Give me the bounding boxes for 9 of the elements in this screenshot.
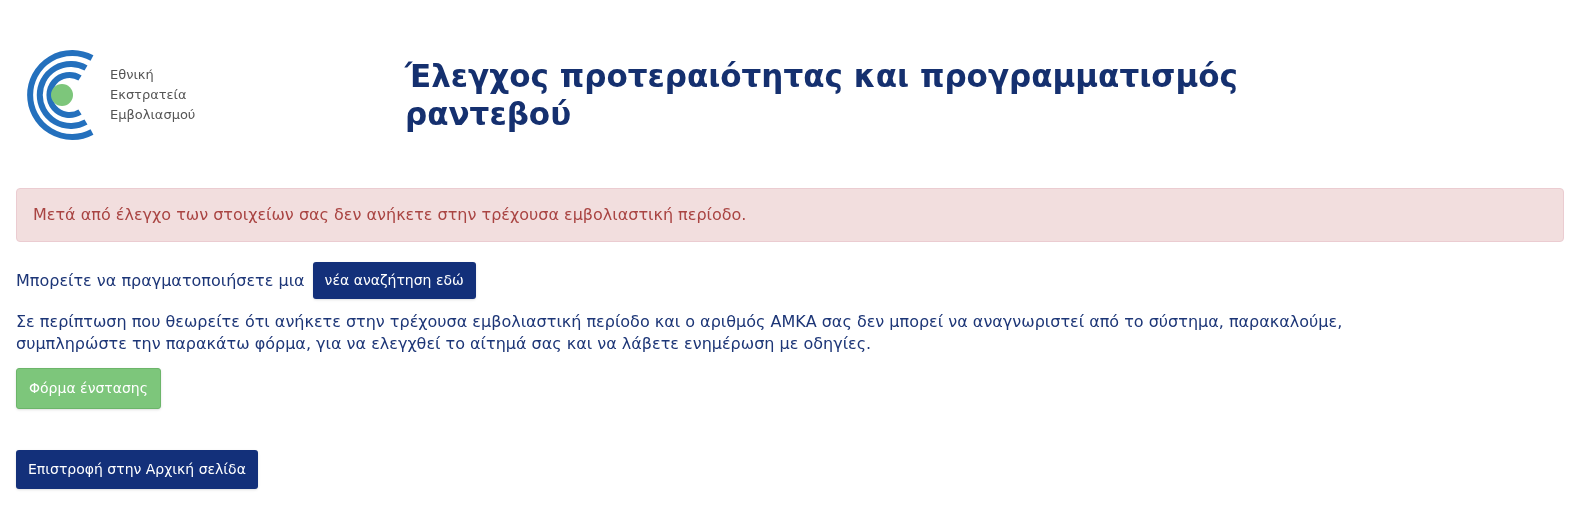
new-search-text: Μπορείτε να πραγματοποιήσετε μια — [16, 269, 305, 292]
new-search-button[interactable]: νέα αναζήτηση εδώ — [312, 262, 476, 299]
objection-text: Σε περίπτωση που θεωρείτε ότι ανήκετε στην τρέχουσα εμβολιαστική περίοδο και ο αριθμός ΑΜΚΑ σας δεν μπορεί να αναγνωριστεί από το σύστημα, παρακαλούμε, συμπληρώστε την παρακάτω φόρμα, για να ελεγχθεί το αίτημά σας και να λάβετε ενημέρωση με οδηγίες. — [16, 311, 1344, 355]
logo-text: Εκστρατεία — [110, 86, 188, 104]
page-title: Έλεγχος προτεραιότητας και προγραμματισμός ραντεβού — [405, 57, 1239, 133]
logo-text: Εμβολιασμού — [110, 106, 196, 124]
logo-text: Εθνική — [110, 66, 155, 84]
home-button[interactable]: Επιστροφή στην Αρχική σελίδα — [16, 450, 258, 489]
alert-message: Μετά από έλεγχο των στοιχείων σας δεν ανήκετε στην τρέχουσα εμβολιαστική περίοδο. — [16, 188, 1564, 242]
